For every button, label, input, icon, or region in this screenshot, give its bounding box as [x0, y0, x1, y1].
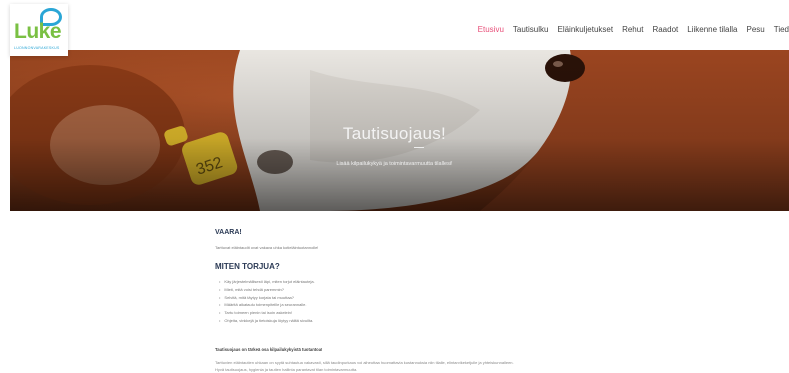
prevention-list: Käy järjestelmällisesti läpi, miten torj…	[219, 278, 315, 325]
list-item: Tartu toimeen pienin tai isoin askelein!	[219, 309, 315, 317]
warning-text: Tarttuvat eläintaudit ovat vakava uhka k…	[215, 245, 319, 250]
nav-item-elainkuljetukset[interactable]: Eläinkuljetukset	[557, 25, 613, 34]
warning-heading: VAARA!	[215, 229, 242, 236]
nav-item-tied[interactable]: Tied	[774, 25, 789, 34]
nav-item-etusivu[interactable]: Etusivu	[478, 25, 504, 34]
list-item: Käy järjestelmällisesti läpi, miten torj…	[219, 278, 314, 286]
logo-subtitle: LUONNONVARAKESKUS	[14, 46, 60, 50]
nav-item-pesu[interactable]: Pesu	[747, 25, 765, 34]
body-paragraph: Tarttuvien eläintautien uhkaan on syytä …	[215, 360, 514, 372]
hero-subtitle: Lisää kilpailukykyä ja toimintavarmuutta…	[336, 161, 453, 167]
luke-logo[interactable]: Luke LUONNONVARAKESKUS	[10, 4, 68, 56]
prevent-heading: MITEN TORJUA?	[215, 262, 280, 271]
list-item: Selvitä, mitä täytyy korjata tai muuttaa…	[219, 294, 315, 302]
site-header: Luke LUONNONVARAKESKUS Etusivu Tautisulk…	[0, 0, 789, 56]
list-item: Määritä aikataulu toimenpiteille ja seur…	[219, 301, 315, 309]
nav-item-liikenne-tilalla[interactable]: Liikenne tilalla	[687, 25, 737, 34]
hero-title: Tautisuojaus!	[342, 124, 447, 143]
nav-item-raadot[interactable]: Raadot	[652, 25, 678, 34]
list-item: Ohjeita, vinkkejä ja tietoiskuja löytyy …	[219, 317, 315, 325]
main-nav: Etusivu Tautisulku Eläinkuljetukset Rehu…	[478, 25, 789, 34]
list-item: Mieti, mitä voisi tehdä paremmin?	[219, 286, 315, 294]
nav-item-tautisulku[interactable]: Tautisulku	[513, 25, 549, 34]
logo-wordmark: Luke	[14, 20, 62, 43]
bold-statement: Tautisuojaus on tärkeä osa kilpailukykyi…	[215, 347, 323, 352]
nav-item-rehut[interactable]: Rehut	[622, 25, 643, 34]
hero-divider	[414, 147, 424, 148]
